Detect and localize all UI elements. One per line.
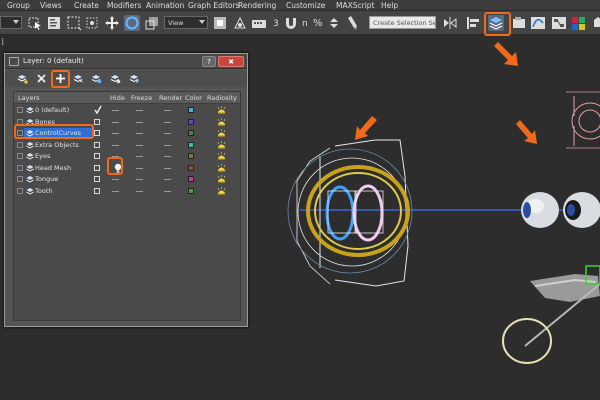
freeze-toggle[interactable]	[136, 110, 143, 111]
layer-stack-icon	[26, 187, 34, 194]
layer-row[interactable]: Tongue	[14, 174, 240, 185]
expand-toggle-icon[interactable]	[17, 141, 23, 148]
hide-unhide-all-layers-icon[interactable]	[110, 73, 121, 84]
layer-name[interactable]: Head Mesh	[35, 164, 71, 172]
render-toggle[interactable]	[164, 179, 171, 180]
layer-name[interactable]: Tongue	[35, 175, 58, 183]
highlight-selected-layers-icon[interactable]	[91, 73, 102, 84]
freeze-toggle[interactable]	[136, 121, 143, 123]
current-layer-box[interactable]	[94, 164, 100, 171]
layer-manager-window-icon	[9, 57, 19, 66]
radiosity-teapot-icon[interactable]	[217, 129, 226, 138]
render-toggle[interactable]	[164, 110, 171, 111]
layer-name[interactable]: Extra Objects	[35, 141, 79, 149]
layer-color-swatch[interactable]	[188, 164, 194, 171]
dialog-title: Layer: 0 (default)	[23, 57, 84, 65]
freeze-toggle[interactable]	[136, 167, 143, 169]
render-toggle[interactable]	[164, 133, 171, 134]
layer-color-swatch[interactable]	[188, 141, 194, 148]
layer-name[interactable]: Eyes	[35, 152, 50, 160]
freeze-toggle[interactable]	[136, 133, 143, 134]
arrow-eye-pointer-icon	[516, 120, 537, 144]
current-layer-box[interactable]	[94, 130, 100, 136]
radiosity-teapot-icon[interactable]	[217, 140, 226, 150]
select-highlighted-objects-icon[interactable]	[73, 73, 84, 84]
layer-manager-dialog: Layer: 0 (default) ? ✖ Layers Hide Freez…	[4, 53, 248, 327]
expand-toggle-icon[interactable]	[17, 176, 23, 182]
column-color[interactable]: Color	[185, 94, 202, 102]
delete-layer-icon[interactable]	[36, 73, 47, 84]
layer-color-swatch[interactable]	[188, 107, 194, 113]
layer-color-swatch[interactable]	[188, 176, 194, 182]
layer-row[interactable]: Extra Objects	[14, 140, 240, 151]
current-layer-box[interactable]	[94, 153, 100, 159]
freeze-unfreeze-all-layers-icon[interactable]	[129, 73, 140, 84]
layer-color-swatch[interactable]	[188, 118, 194, 125]
hide-toggle[interactable]	[112, 133, 119, 134]
column-layers[interactable]: Layers	[18, 94, 40, 102]
column-freeze[interactable]: Freeze	[131, 94, 152, 102]
layer-stack-icon	[26, 141, 34, 148]
hide-toggle[interactable]	[112, 179, 119, 180]
add-layer-highlight	[51, 70, 70, 88]
arrow-toolbar-pointer-icon	[494, 42, 518, 66]
hide-toggle[interactable]	[112, 110, 119, 111]
render-toggle[interactable]	[164, 144, 171, 146]
help-button[interactable]: ?	[202, 56, 216, 67]
create-new-layer-icon[interactable]	[17, 73, 28, 84]
layer-name[interactable]: Tooth	[35, 187, 53, 195]
layer-name[interactable]: 0 (default)	[35, 106, 69, 114]
hide-toggle[interactable]	[112, 144, 119, 146]
dialog-title-bar[interactable]: Layer: 0 (default) ? ✖	[5, 54, 247, 69]
freeze-toggle[interactable]	[136, 190, 143, 192]
expand-toggle-icon[interactable]	[17, 153, 23, 159]
layer-row[interactable]: Tooth	[14, 186, 240, 197]
radiosity-teapot-icon[interactable]	[217, 106, 226, 115]
radiosity-teapot-icon[interactable]	[217, 186, 226, 196]
current-layer-box[interactable]	[94, 176, 100, 182]
expand-toggle-icon[interactable]	[17, 187, 23, 194]
layer-stack-icon	[26, 164, 34, 171]
render-toggle[interactable]	[164, 156, 171, 157]
column-hide[interactable]: Hide	[110, 94, 125, 102]
render-toggle[interactable]	[164, 190, 171, 192]
layer-stack-icon	[26, 107, 34, 114]
radiosity-teapot-icon[interactable]	[217, 163, 226, 173]
hide-toggle-highlight	[107, 157, 123, 175]
column-radiosity[interactable]: Radiosity	[207, 94, 237, 102]
render-toggle[interactable]	[164, 121, 171, 123]
arrow-head-pointer-icon	[355, 116, 377, 140]
current-layer-box[interactable]	[94, 118, 100, 125]
current-layer-box[interactable]	[94, 141, 100, 148]
column-render[interactable]: Render	[159, 94, 182, 102]
render-toggle[interactable]	[164, 167, 171, 169]
expand-toggle-icon[interactable]	[17, 164, 23, 171]
layer-color-swatch[interactable]	[188, 130, 194, 136]
layer-row[interactable]: Head Mesh	[14, 163, 240, 174]
layer-color-swatch[interactable]	[188, 153, 194, 159]
current-layer-box[interactable]	[94, 187, 100, 194]
layer-row[interactable]: Eyes	[14, 151, 240, 162]
radiosity-teapot-icon[interactable]	[217, 117, 226, 127]
close-button[interactable]: ✖	[218, 56, 244, 67]
selected-layer-highlight	[14, 124, 94, 139]
radiosity-teapot-icon[interactable]	[217, 152, 226, 161]
layer-color-swatch[interactable]	[188, 187, 194, 194]
layer-stack-icon	[26, 176, 34, 183]
hide-toggle[interactable]	[112, 190, 119, 192]
freeze-toggle[interactable]	[136, 179, 143, 180]
layer-row[interactable]: 0 (default)	[14, 105, 240, 116]
layer-stack-icon	[26, 153, 34, 160]
layer-list-header: Layers Hide Freeze Render Color Radiosit…	[14, 92, 240, 104]
freeze-toggle[interactable]	[136, 144, 143, 146]
hide-toggle[interactable]	[112, 121, 119, 123]
expand-toggle-icon[interactable]	[17, 107, 23, 113]
layer-toolbar	[5, 70, 247, 87]
radiosity-teapot-icon[interactable]	[217, 175, 226, 184]
current-layer-check-icon[interactable]	[94, 105, 102, 115]
freeze-toggle[interactable]	[136, 156, 143, 157]
